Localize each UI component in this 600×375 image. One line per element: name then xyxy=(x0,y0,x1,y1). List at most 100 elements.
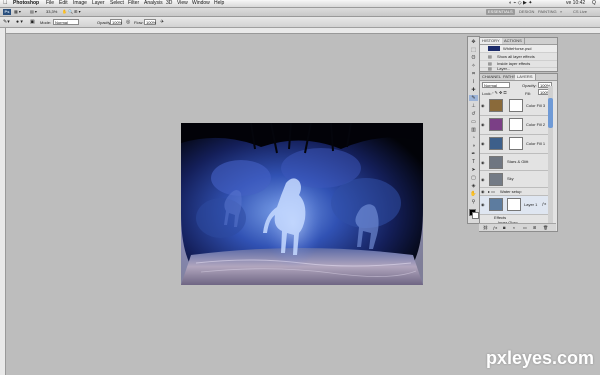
bridge-icon[interactable]: ▦ ▾ xyxy=(14,9,21,15)
magic-wand-tool-icon[interactable]: ✧ xyxy=(469,63,478,69)
visibility-eye-icon[interactable]: ◉ xyxy=(481,141,486,146)
stamp-tool-icon[interactable]: ⊥ xyxy=(469,103,478,109)
fill-label: Fill: xyxy=(525,91,532,96)
menu-image[interactable]: Image xyxy=(73,0,87,7)
blend-mode-select[interactable]: Normal xyxy=(482,82,510,88)
menu-filter[interactable]: Filter xyxy=(128,0,139,7)
tab-layers[interactable]: LAYERS xyxy=(515,74,536,80)
cs-live-button[interactable]: CS Live xyxy=(571,9,589,15)
new-layer-icon[interactable]: ⊞ xyxy=(533,225,536,230)
visibility-eye-icon[interactable]: ◉ xyxy=(481,189,486,194)
workspace-essentials[interactable]: ESSENTIALS xyxy=(486,9,515,15)
brush-preset-icon[interactable]: ● ▾ xyxy=(16,19,23,25)
flow-label: Flow: xyxy=(134,20,144,25)
menu-help[interactable]: Help xyxy=(214,0,224,7)
pen-tool-icon[interactable]: ✒ xyxy=(469,151,478,157)
history-item-label: Show all layer effects xyxy=(497,54,535,59)
hand-zoom-icons[interactable]: ✋ 🔍 ⊞ ▾ xyxy=(62,9,81,15)
tab-actions[interactable]: ACTIONS xyxy=(502,38,525,44)
workspace-design[interactable]: DESIGN xyxy=(517,9,536,15)
layer-row[interactable]: ◉ Sky xyxy=(480,171,551,188)
add-style-icon[interactable]: ƒx xyxy=(493,225,497,230)
layer-image-thumbnail xyxy=(489,156,503,169)
menu-view[interactable]: View xyxy=(177,0,188,7)
history-item[interactable]: ▤ Layer... xyxy=(480,66,557,73)
airbrush-icon[interactable]: ✈ xyxy=(160,19,164,25)
fx-icon[interactable]: ƒx xyxy=(542,201,546,206)
brush-tool-icon[interactable]: ✎▾ xyxy=(3,19,10,25)
adjustment-layer-icon[interactable]: ◐ xyxy=(513,225,515,230)
type-tool-icon[interactable]: T xyxy=(469,159,478,165)
dodge-tool-icon[interactable]: ◑ xyxy=(469,143,478,149)
new-group-icon[interactable]: ▭ xyxy=(523,225,527,230)
marquee-tool-icon[interactable]: ⬚ xyxy=(469,47,478,53)
opacity-field[interactable]: 100% xyxy=(110,19,122,25)
lock-icons[interactable]: ▫ ✎ ✥ ⚿ xyxy=(492,90,507,95)
menu-edit[interactable]: Edit xyxy=(59,0,68,7)
layer-row-selected[interactable]: ◉ Layer 1 ƒx xyxy=(480,196,551,215)
canvas-image[interactable] xyxy=(181,123,423,285)
layer-row[interactable]: ◉ Color Fill 2 xyxy=(480,116,551,135)
layer-name[interactable]: Sky xyxy=(507,176,514,181)
pressure-opacity-icon[interactable]: ◎ xyxy=(126,19,130,25)
history-panel: HISTORY ACTIONS WhiteHorse.psd ▤ Show al… xyxy=(479,37,558,72)
menu-window[interactable]: Window xyxy=(192,0,210,7)
status-icons: ◐ ⌁ ◇ ▶ ✦ xyxy=(509,0,533,6)
lasso-tool-icon[interactable]: ʘ xyxy=(469,55,478,61)
path-selection-tool-icon[interactable]: ➤ xyxy=(469,167,478,173)
zoom-tool-icon[interactable]: ⚲ xyxy=(469,199,478,205)
brush-panel-icon[interactable]: ▣ xyxy=(30,19,35,25)
layers-scrollbar[interactable] xyxy=(548,86,553,226)
visibility-eye-icon[interactable]: ◉ xyxy=(481,202,486,207)
menu-layer[interactable]: Layer xyxy=(92,0,105,7)
view-extras-icon[interactable]: ▤ ▾ xyxy=(30,9,37,15)
hand-tool-icon[interactable]: ✋ xyxy=(469,191,478,197)
visibility-eye-icon[interactable]: ◉ xyxy=(481,122,486,127)
3d-rotate-tool-icon[interactable]: ◈ xyxy=(469,183,478,189)
spotlight-icon[interactable]: Q xyxy=(592,0,596,7)
crop-tool-icon[interactable]: ⌗ xyxy=(469,71,478,77)
layer-name[interactable]: Water setup xyxy=(500,189,521,194)
flow-field[interactable]: 100% xyxy=(144,19,156,25)
apple-menu-icon[interactable]:  xyxy=(3,0,8,7)
visibility-eye-icon[interactable]: ◉ xyxy=(481,177,486,182)
workspace-painting[interactable]: PAINTING xyxy=(536,9,559,15)
layer-name[interactable]: Layer 1 xyxy=(524,202,537,207)
tab-history[interactable]: HISTORY xyxy=(480,38,503,44)
eyedropper-tool-icon[interactable]: ⌇ xyxy=(469,79,478,85)
shape-tool-icon[interactable]: ▢ xyxy=(469,175,478,181)
layer-row[interactable]: ◉ Color Fill 1 xyxy=(480,135,551,154)
add-mask-icon[interactable]: ◙ xyxy=(503,225,505,230)
gradient-tool-icon[interactable]: ▥ xyxy=(469,127,478,133)
layers-scrollbar-thumb[interactable] xyxy=(548,98,553,128)
layer-row[interactable]: ◉ Stars & Glitt xyxy=(480,154,551,171)
workspace-more[interactable]: » xyxy=(558,9,564,15)
visibility-eye-icon[interactable]: ◉ xyxy=(481,103,486,108)
menu-select[interactable]: Select xyxy=(110,0,124,7)
delete-layer-icon[interactable]: 🗑 xyxy=(543,225,548,230)
zoom-level[interactable]: 33,3% xyxy=(46,9,57,15)
brush-tool-icon-selected[interactable]: ✎ xyxy=(469,95,478,101)
layer-row[interactable]: ◉ Color Fill 3 xyxy=(480,97,551,116)
blur-tool-icon[interactable]: ◔ xyxy=(469,135,478,141)
layer-name[interactable]: Color Fill 1 xyxy=(526,141,545,146)
menu-analysis[interactable]: Analysis xyxy=(144,0,163,7)
layer-mask-thumbnail xyxy=(509,118,523,131)
menu-photoshop[interactable]: Photoshop xyxy=(13,0,39,7)
layer-name[interactable]: Color Fill 3 xyxy=(526,103,545,108)
link-layers-icon[interactable]: ⛓ xyxy=(483,225,488,230)
layer-name[interactable]: Stars & Glitt xyxy=(507,159,528,164)
layer-image-thumbnail xyxy=(489,173,503,186)
layer-name[interactable]: Color Fill 2 xyxy=(526,122,545,127)
menu-3d[interactable]: 3D xyxy=(166,0,172,7)
eraser-tool-icon[interactable]: ▭ xyxy=(469,119,478,125)
history-brush-tool-icon[interactable]: ↺ xyxy=(469,111,478,117)
healing-tool-icon[interactable]: ✚ xyxy=(469,87,478,93)
layer-group-row[interactable]: ◉ ▸ ▭ Water setup xyxy=(480,188,551,196)
move-tool-icon[interactable]: ✥ xyxy=(469,39,478,45)
menu-file[interactable]: File xyxy=(46,0,54,7)
history-snapshot[interactable]: WhiteHorse.psd xyxy=(480,45,557,53)
visibility-eye-icon[interactable]: ◉ xyxy=(481,160,486,165)
mode-select[interactable]: Normal xyxy=(53,19,79,25)
background-color-swatch[interactable] xyxy=(472,212,479,219)
